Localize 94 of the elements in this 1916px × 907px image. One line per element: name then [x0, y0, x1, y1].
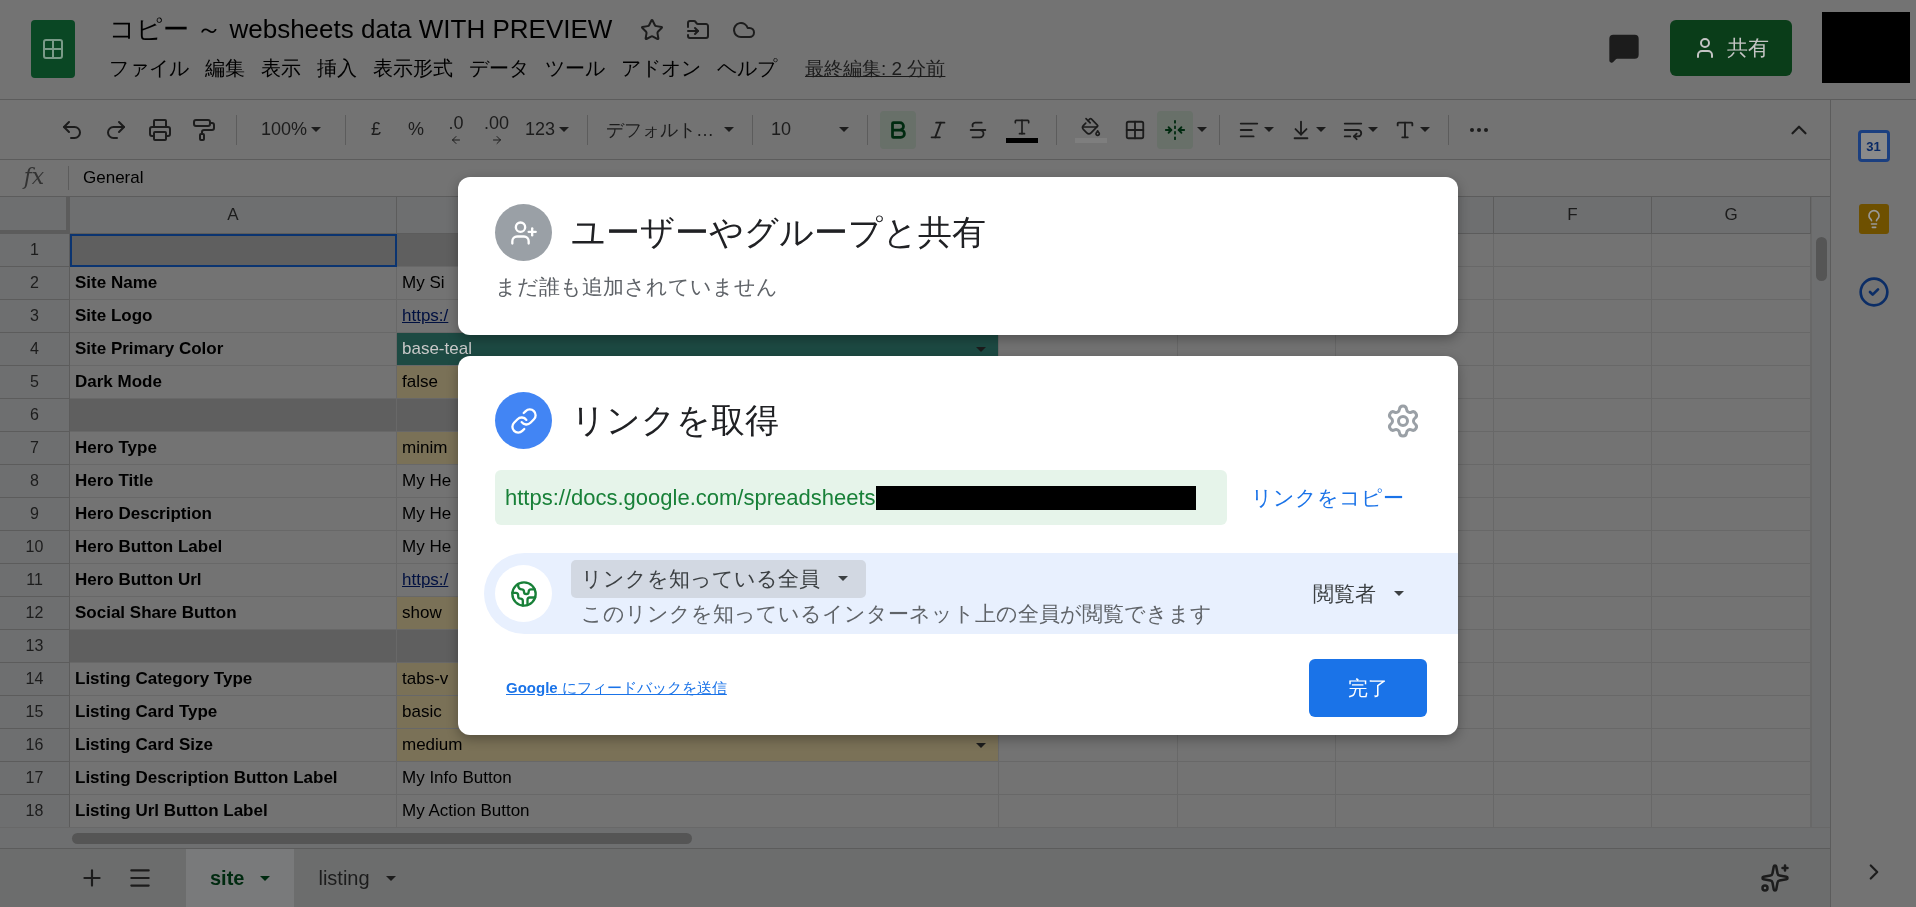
dialog-subtitle: まだ誰も追加されていません [495, 274, 779, 300]
column-header[interactable]: F [1494, 197, 1652, 234]
menu-item[interactable]: ツール [537, 53, 613, 84]
number-format-dropdown[interactable]: 123 [519, 110, 576, 149]
settings-icon[interactable] [1385, 402, 1421, 439]
menu-item[interactable]: 表示形式 [365, 53, 461, 84]
row-number[interactable]: 3 [0, 300, 70, 333]
paint-bucket-icon [1075, 116, 1108, 143]
row-number[interactable]: 13 [0, 630, 70, 663]
role-dropdown[interactable]: 閲覧者 [1307, 578, 1410, 609]
menu-item[interactable]: ファイル [101, 53, 197, 84]
row-number[interactable]: 11 [0, 564, 70, 597]
zoom-dropdown[interactable]: 100% [249, 110, 333, 149]
menu-item[interactable]: 表示 [253, 53, 309, 84]
row-number[interactable]: 16 [0, 729, 70, 762]
row-number[interactable]: 8 [0, 465, 70, 498]
dialog-title: ユーザーやグループと共有 [571, 211, 986, 253]
link-icon [495, 392, 552, 449]
arrow-right-icon [490, 134, 503, 146]
font-size-dropdown[interactable]: 10 [765, 110, 856, 149]
menu-item[interactable]: アドオン [613, 53, 709, 84]
table-cell: Listing Card Type [70, 696, 397, 729]
row-number[interactable]: 5 [0, 366, 70, 399]
sheet-tab[interactable]: listing [294, 849, 420, 907]
table-cell: Listing Category Type [70, 663, 397, 696]
row-number[interactable]: 4 [0, 333, 70, 366]
ellipsis-icon [1470, 127, 1489, 132]
paint-roller-icon[interactable] [192, 117, 216, 142]
row-number[interactable]: 1 [0, 234, 70, 267]
merge-cells-button[interactable] [1157, 110, 1194, 149]
increase-decimals-button[interactable]: .00 [478, 110, 516, 149]
share-button[interactable]: 共有 [1670, 19, 1792, 76]
menu-item[interactable]: 編集 [197, 53, 253, 84]
row-number[interactable]: 6 [0, 399, 70, 432]
access-scope-dropdown[interactable]: リンクを知っている全員 [571, 559, 866, 598]
decrease-decimals-button[interactable]: .0 [438, 110, 474, 149]
table-cell: Listing Description Button Label [70, 762, 397, 795]
link-url-field[interactable]: https://docs.google.com/spreadsheets [495, 470, 1227, 525]
table-cell: Hero Button Label [70, 531, 397, 564]
feedback-link[interactable]: Google にフィードバックを送信 [506, 678, 727, 698]
table-cell: Dark Mode [70, 366, 397, 399]
column-header[interactable]: A [70, 197, 397, 234]
table-cell: Site Logo [70, 300, 397, 333]
table-cell: Hero Type [70, 432, 397, 465]
percent-button[interactable]: % [398, 110, 434, 149]
sheet-tab[interactable]: site [186, 849, 295, 907]
row-number[interactable]: 9 [0, 498, 70, 531]
last-edit-link[interactable]: 最終編集: 2 分前 [805, 55, 946, 82]
add-person-icon [495, 204, 552, 261]
table-cell: My Info Button [397, 762, 999, 795]
row-number[interactable]: 15 [0, 696, 70, 729]
column-header[interactable]: G [1652, 197, 1811, 234]
document-title[interactable]: コピー ～ websheets data WITH PREVIEW [109, 12, 613, 47]
table-cell: Site Primary Color [70, 333, 397, 366]
star-icon[interactable] [640, 17, 665, 42]
arrow-left-icon [450, 134, 462, 146]
borders-icon [1124, 118, 1147, 141]
menu-item[interactable]: ヘルプ [709, 53, 785, 84]
table-cell: Site Name [70, 267, 397, 300]
row-number[interactable]: 17 [0, 762, 70, 795]
row-number[interactable]: 7 [0, 432, 70, 465]
bold-button[interactable] [880, 110, 917, 149]
dialog-title: リンクを取得 [571, 399, 779, 441]
sparkle-icon[interactable] [1760, 863, 1790, 893]
menu-item[interactable]: 挿入 [309, 53, 365, 84]
sheets-logo-icon[interactable] [31, 20, 75, 78]
lightbulb-icon[interactable] [1858, 204, 1889, 234]
globe-icon [495, 565, 552, 622]
check-circle-icon[interactable] [1857, 276, 1890, 308]
formula-value[interactable]: General [69, 168, 144, 188]
row-number[interactable]: 2 [0, 267, 70, 300]
currency-button[interactable]: £ [358, 110, 394, 149]
scrollbar-thumb[interactable] [72, 833, 692, 844]
fx-label: fx [0, 166, 69, 190]
row-number[interactable]: 10 [0, 531, 70, 564]
print-icon[interactable] [148, 117, 172, 142]
folder-icon[interactable] [686, 17, 711, 42]
table-cell: Hero Description [70, 498, 397, 531]
scrollbar-thumb[interactable] [1816, 237, 1827, 281]
table-cell: Hero Button Url [70, 564, 397, 597]
table-cell: Hero Title [70, 465, 397, 498]
calendar-icon[interactable]: 31 [1857, 130, 1890, 162]
dropdown-caret-icon[interactable] [976, 743, 986, 748]
font-dropdown[interactable]: デフォルト… [600, 110, 741, 149]
row-number[interactable]: 12 [0, 597, 70, 630]
merge-icon [1164, 118, 1187, 141]
table-cell: Social Share Button [70, 597, 397, 630]
row-number[interactable]: 18 [0, 795, 70, 828]
menu-item[interactable]: データ [461, 53, 537, 84]
caret-icon[interactable] [1197, 127, 1208, 132]
done-button[interactable]: 完了 [1309, 659, 1427, 717]
copy-link[interactable]: リンクをコピー [1251, 483, 1404, 512]
row-number[interactable]: 14 [0, 663, 70, 696]
table-cell: Listing Card Size [70, 729, 397, 762]
